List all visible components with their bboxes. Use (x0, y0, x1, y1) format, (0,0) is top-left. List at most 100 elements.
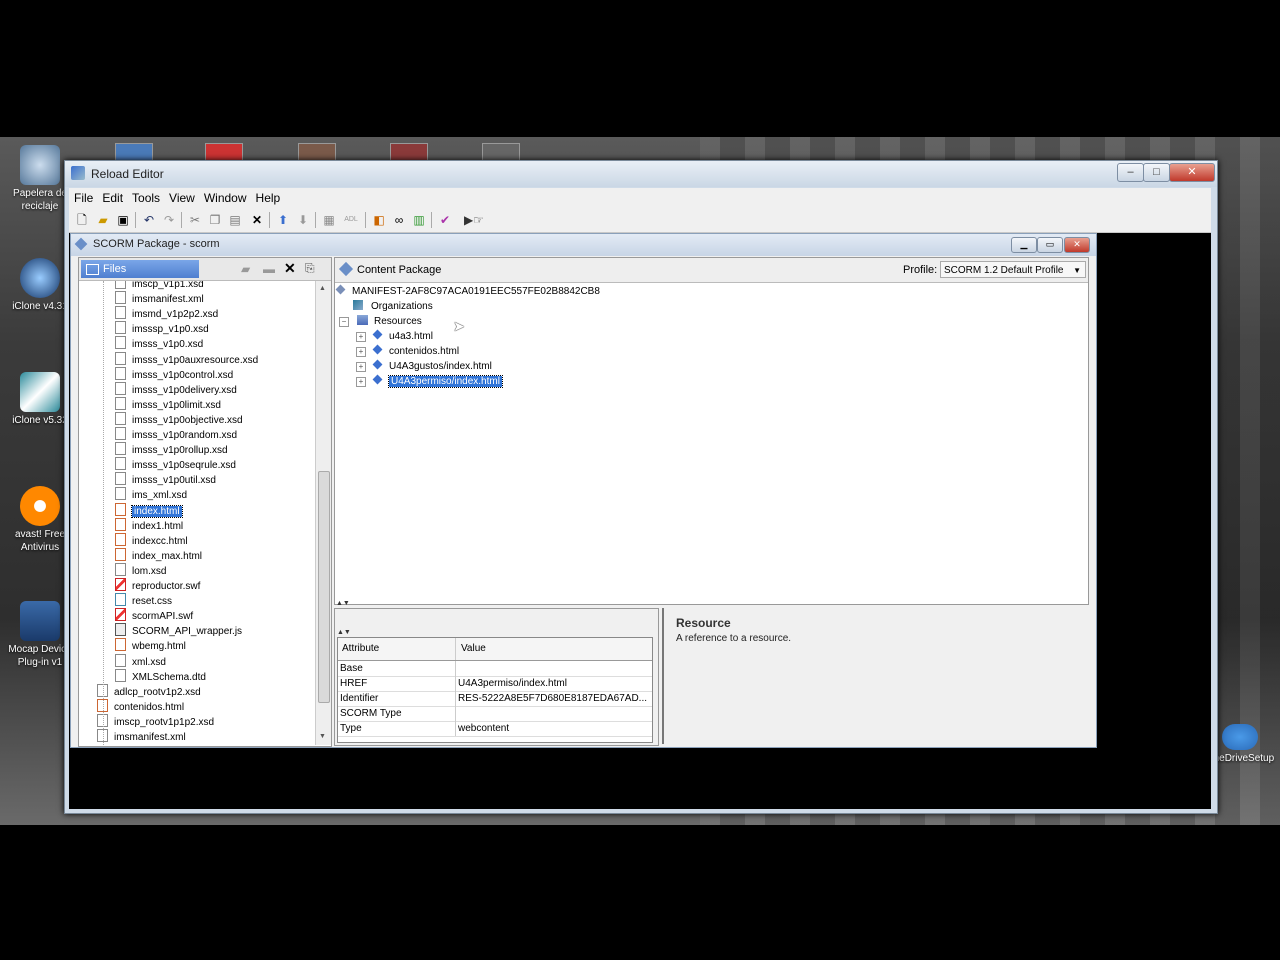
attribute-row[interactable]: SCORM Type (338, 706, 652, 722)
file-tree-item[interactable]: imsssp_v1p0.xsd (115, 321, 209, 336)
move-up-icon[interactable]: ⬆ (275, 212, 291, 228)
attribute-row[interactable]: Type webcontent (338, 721, 652, 737)
file-tree-item[interactable]: index_max.html (115, 547, 202, 563)
paste-icon[interactable]: ▤ (227, 212, 243, 228)
file-tree-item[interactable]: imsss_v1p0.xsd (115, 336, 203, 351)
file-tree-item[interactable]: XMLSchema.dtd (115, 668, 206, 684)
file-tree-item[interactable]: ims_xml.xsd (115, 487, 187, 502)
export-icon[interactable]: ▶☞ (459, 212, 489, 228)
expand-icon[interactable]: + (356, 332, 366, 342)
attribute-row[interactable]: HREF U4A3permiso/index.html (338, 676, 652, 692)
file-tree-item[interactable]: reset.css (115, 593, 172, 608)
frame-close-button[interactable]: ✕ (1064, 237, 1090, 253)
maximize-button[interactable]: □ (1143, 163, 1170, 182)
file-tree-item[interactable]: imsmd_v1p2p2.xsd (115, 306, 218, 321)
book-icon[interactable]: ▥ (411, 212, 427, 228)
organizations-label: Organizations (371, 301, 433, 312)
tree-resource-item[interactable]: + U4A3permiso/index.html (356, 374, 503, 389)
binoculars-icon[interactable]: ∞ (391, 212, 407, 228)
menu-help[interactable]: Help (251, 188, 285, 205)
folder-icon[interactable]: ▬ (263, 262, 275, 276)
file-tree-item[interactable]: SCORM_API_wrapper.js (115, 623, 242, 638)
close-button[interactable]: ✕ (1169, 163, 1215, 182)
copy-icon[interactable]: ❐ (207, 212, 223, 228)
file-tree-item[interactable]: contenidos.html (97, 698, 184, 714)
file-tree-item[interactable]: scormAPI.swf (115, 608, 193, 623)
validate-icon[interactable]: ✔ (437, 212, 453, 228)
file-tree-item[interactable]: lom.xsd (115, 562, 166, 578)
scroll-down-icon[interactable]: ▼ (319, 733, 326, 740)
file-label: index1.html (132, 520, 184, 532)
tree-resources[interactable]: − Resources (339, 314, 422, 329)
redo-icon[interactable]: ↷ (161, 212, 177, 228)
file-tree-item[interactable]: imsss_v1p0limit.xsd (115, 396, 221, 412)
move-down-icon[interactable]: ⬇ (295, 212, 311, 228)
file-tree-item[interactable]: imsss_v1p0control.xsd (115, 366, 233, 382)
expand-icon[interactable]: + (356, 347, 366, 357)
file-tree-item[interactable]: imsss_v1p0seqrule.xsd (115, 457, 236, 472)
tree-resource-item[interactable]: + U4A3gustos/index.html (356, 359, 492, 374)
attribute-row[interactable]: Base (338, 661, 652, 677)
splitter-arrows-icon[interactable]: ▲▼ (337, 629, 351, 636)
files-scrollbar[interactable]: ▲ ▼ (315, 281, 331, 745)
new-file-icon[interactable]: 🗋 (74, 212, 90, 228)
menu-window[interactable]: Window (199, 188, 251, 205)
menu-file[interactable]: File (69, 188, 97, 205)
file-tree-item[interactable]: imsss_v1p0rollup.xsd (115, 442, 228, 457)
file-tree-item[interactable]: indexcc.html (115, 532, 188, 548)
splitter-arrows-icon[interactable]: ▲▼ (336, 600, 350, 607)
file-tree-item[interactable]: imsss_v1p0objective.xsd (115, 411, 243, 427)
frame-maximize-button[interactable]: ▭ (1037, 237, 1063, 253)
file-tree-item[interactable]: imsmanifest.xml (115, 291, 204, 306)
file-tree-item[interactable]: index.html (115, 502, 183, 518)
file-tree-item[interactable]: imsmanifest.xml (97, 729, 186, 744)
menu-view[interactable]: View (164, 188, 199, 205)
file-tree-item[interactable]: imsss_v1p0util.xsd (115, 472, 216, 487)
profile-select[interactable]: SCORM 1.2 Default Profile ▼ (940, 261, 1086, 278)
attribute-row[interactable]: Identifier RES-5222A8E5F7D680E8187EDA67AD… (338, 691, 652, 707)
expand-icon[interactable]: + (356, 362, 366, 372)
import-icon[interactable]: ⎘ (305, 261, 315, 276)
delete-icon[interactable]: ✕ (249, 212, 265, 228)
scroll-up-icon[interactable]: ▲ (319, 285, 326, 292)
minimize-button[interactable]: – (1117, 163, 1144, 182)
file-tree-item[interactable]: index1.html (115, 517, 184, 533)
menu-tools[interactable]: Tools (127, 188, 164, 205)
undo-icon[interactable]: ↶ (141, 212, 157, 228)
file-xsd-icon (115, 457, 126, 471)
file-tree-item[interactable]: imscp_rootv1p1p2.xsd (97, 713, 214, 729)
file-tree-item[interactable]: imsss_v1p0random.xsd (115, 427, 237, 442)
attribute-key: HREF (340, 678, 368, 689)
new-folder-icon[interactable]: ▰ (241, 262, 250, 276)
package-icon[interactable]: ▦ (321, 212, 337, 228)
tree-resource-item[interactable]: + u4a3.html (356, 329, 433, 344)
collapse-icon[interactable]: − (339, 317, 349, 327)
file-tree-item[interactable]: imsss_v1p0delivery.xsd (115, 381, 237, 397)
tree-organizations[interactable]: Organizations (353, 299, 433, 314)
frame-minimize-button[interactable]: ▁ (1011, 237, 1037, 253)
delete-file-icon[interactable]: ✕ (284, 260, 296, 277)
cut-icon[interactable]: ✂ (187, 212, 203, 228)
file-tree-item[interactable]: imscp_v1p1.xsd (115, 281, 204, 291)
file-tree-item[interactable]: adlcp_rootv1p2.xsd (97, 683, 201, 699)
toolbar: 🗋 ▰ ▣ ↶ ↷ ✂ ❐ ▤ ✕ ⬆ ⬇ ▦ ADL ◧ ∞ ▥ ✔ ▶☞ (69, 208, 1211, 233)
adl-icon[interactable]: ADL (341, 212, 361, 228)
save-icon[interactable]: ▣ (115, 212, 131, 228)
files-tab[interactable]: Files (81, 260, 199, 278)
expand-icon[interactable]: + (356, 377, 366, 387)
tree-resource-item[interactable]: + contenidos.html (356, 344, 459, 359)
window-title: Reload Editor (91, 167, 164, 181)
file-tree-item[interactable]: reproductor.swf (115, 578, 200, 593)
menu-edit[interactable]: Edit (97, 188, 127, 205)
preview-icon[interactable]: ◧ (371, 212, 387, 228)
attribute-column-header[interactable]: Attribute (342, 638, 456, 660)
package-icon (74, 237, 88, 251)
files-scroll-thumb[interactable] (318, 471, 330, 703)
file-tree-item[interactable]: xml.xsd (115, 653, 166, 669)
file-tree-item[interactable]: wbemg.html (115, 638, 186, 653)
tree-manifest[interactable]: MANIFEST-2AF8C97ACA0191EEC557FE02B8842CB… (335, 284, 600, 299)
files-panel: Files ▰ ▬ ✕ ⎘ imscp_v1p1.xsd imsmanifest.… (78, 257, 332, 747)
value-column-header[interactable]: Value (461, 638, 651, 660)
open-folder-icon[interactable]: ▰ (95, 212, 111, 228)
file-tree-item[interactable]: imsss_v1p0auxresource.xsd (115, 351, 258, 367)
